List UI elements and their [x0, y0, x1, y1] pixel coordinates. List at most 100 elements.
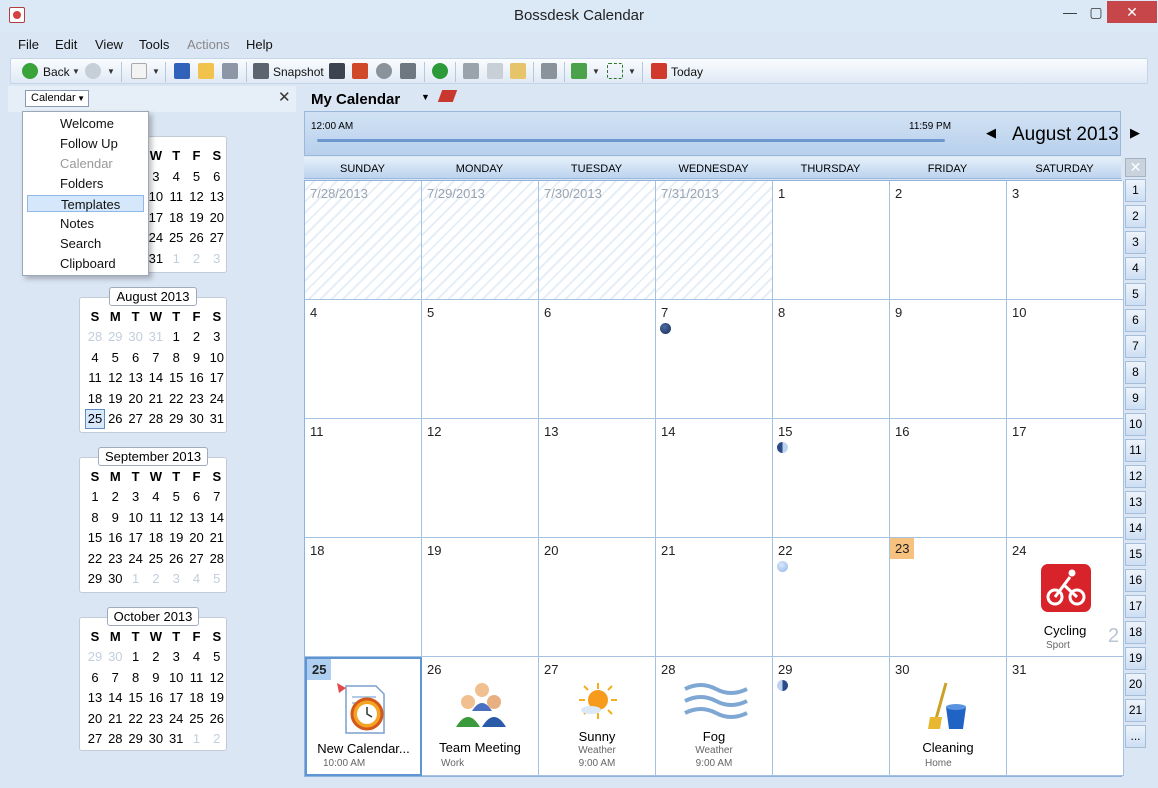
mini-calendar-day[interactable]: 27: [207, 228, 227, 248]
mini-calendar-day[interactable]: 3: [166, 647, 186, 667]
close-button[interactable]: ✕: [1107, 1, 1157, 23]
mini-calendar-day[interactable]: 3: [166, 569, 186, 589]
week-number[interactable]: 4: [1125, 257, 1146, 280]
edit-calendar-icon[interactable]: [437, 90, 458, 102]
delete-icon[interactable]: [541, 63, 557, 79]
mini-calendar-day[interactable]: 10: [166, 668, 186, 688]
mini-calendar-title[interactable]: September 2013: [97, 447, 209, 466]
popup-item[interactable]: Clipboard: [27, 255, 144, 272]
open-folder-icon[interactable]: [198, 63, 214, 79]
more-events-count[interactable]: 2: [1108, 625, 1119, 648]
mini-calendar-day[interactable]: 31: [146, 327, 166, 347]
back-arrow-icon[interactable]: [22, 63, 38, 79]
mini-calendar-day[interactable]: 23: [105, 549, 125, 569]
new-dropdown-icon[interactable]: ▼: [152, 67, 160, 76]
mini-calendar-day[interactable]: 4: [146, 487, 166, 507]
calendar-dropdown-icon[interactable]: ▼: [421, 92, 430, 102]
mini-calendar-day[interactable]: 30: [187, 409, 207, 429]
mini-calendar-day[interactable]: 27: [187, 549, 207, 569]
mini-calendar-day[interactable]: 27: [85, 729, 105, 749]
select-dropdown-icon[interactable]: ▼: [628, 67, 636, 76]
mini-calendar-day[interactable]: 1: [166, 249, 186, 269]
mini-calendar-day[interactable]: 2: [187, 249, 207, 269]
mini-calendar-day[interactable]: 28: [146, 409, 166, 429]
week-number[interactable]: 10: [1125, 413, 1146, 436]
mini-calendar-day[interactable]: 26: [166, 549, 186, 569]
week-number[interactable]: 16: [1125, 569, 1146, 592]
day-cell[interactable]: 12: [422, 419, 539, 538]
filter-icon[interactable]: [400, 63, 416, 79]
mini-calendar-day[interactable]: 1: [126, 569, 146, 589]
next-month-icon[interactable]: ▶: [1130, 125, 1140, 141]
mini-calendar-day[interactable]: 10: [126, 508, 146, 528]
mini-calendar-day[interactable]: 22: [85, 549, 105, 569]
cut-icon[interactable]: [463, 63, 479, 79]
week-number[interactable]: 6: [1125, 309, 1146, 332]
mini-calendar-day[interactable]: 16: [105, 528, 125, 548]
day-cell[interactable]: 19: [422, 538, 539, 657]
mini-calendar-day[interactable]: 18: [187, 688, 207, 708]
mini-calendar-day[interactable]: 30: [126, 327, 146, 347]
paste-icon[interactable]: [510, 63, 526, 79]
mini-calendar-day[interactable]: 18: [85, 389, 105, 409]
mini-calendar-day[interactable]: 12: [166, 508, 186, 528]
forward-arrow-icon[interactable]: [85, 63, 101, 79]
mini-calendar-day[interactable]: 20: [187, 528, 207, 548]
mini-calendar-day[interactable]: 2: [146, 569, 166, 589]
day-cell[interactable]: 16: [890, 419, 1007, 538]
popup-item[interactable]: Folders: [27, 175, 144, 192]
undo-icon[interactable]: [432, 63, 448, 79]
mini-calendar-day[interactable]: 12: [207, 668, 227, 688]
mini-calendar-day[interactable]: 31: [207, 409, 227, 429]
mini-calendar-day[interactable]: 26: [207, 709, 227, 729]
mini-calendar-day[interactable]: 29: [166, 409, 186, 429]
mini-calendar-day[interactable]: 19: [105, 389, 125, 409]
mini-calendar-day[interactable]: 26: [187, 228, 207, 248]
menu-actions[interactable]: Actions: [187, 37, 230, 52]
mini-calendar-day[interactable]: 24: [166, 709, 186, 729]
mini-calendar-day[interactable]: 20: [85, 709, 105, 729]
view-selector[interactable]: Calendar ▼: [25, 90, 89, 107]
popup-item[interactable]: Follow Up: [27, 135, 144, 152]
day-cell[interactable]: 7/29/2013: [422, 181, 539, 300]
mini-calendar-day[interactable]: 5: [105, 348, 125, 368]
time-slider[interactable]: [317, 139, 945, 142]
mini-calendar-day[interactable]: 24: [126, 549, 146, 569]
today-calendar-icon[interactable]: [651, 63, 667, 79]
mini-calendar-day[interactable]: 2: [146, 647, 166, 667]
mini-calendar-title[interactable]: October 2013: [106, 607, 200, 626]
event-fog[interactable]: Fog Weather 9:00 AM: [656, 657, 772, 775]
mini-calendar-day[interactable]: 24: [207, 389, 227, 409]
mini-calendar-day[interactable]: 17: [207, 368, 227, 388]
week-number[interactable]: 14: [1125, 517, 1146, 540]
day-cell[interactable]: 28 Fog Weather 9:00 AM: [656, 657, 773, 776]
mini-calendar-day[interactable]: 8: [166, 348, 186, 368]
mini-calendar-day[interactable]: 30: [146, 729, 166, 749]
day-cell[interactable]: 23: [890, 538, 1007, 657]
camera-icon[interactable]: [253, 63, 269, 79]
day-cell[interactable]: 14: [656, 419, 773, 538]
mini-calendar-day[interactable]: 10: [207, 348, 227, 368]
day-cell[interactable]: 24 Cycling Sport 2: [1007, 538, 1124, 657]
menu-view[interactable]: View: [95, 37, 123, 52]
mini-calendar-day[interactable]: 22: [166, 389, 186, 409]
menu-help[interactable]: Help: [246, 37, 273, 52]
mini-calendar-day[interactable]: 21: [146, 389, 166, 409]
mini-calendar-day[interactable]: 7: [105, 668, 125, 688]
calendar-name[interactable]: My Calendar: [311, 91, 400, 108]
day-cell[interactable]: 29: [773, 657, 890, 776]
mini-calendar-day[interactable]: 13: [207, 187, 227, 207]
week-number[interactable]: 5: [1125, 283, 1146, 306]
binoculars-icon[interactable]: [329, 63, 345, 79]
mini-calendar-day[interactable]: 18: [166, 208, 186, 228]
day-cell[interactable]: 2: [890, 181, 1007, 300]
mini-calendar-day[interactable]: 6: [187, 487, 207, 507]
mini-calendar-day[interactable]: 3: [207, 327, 227, 347]
day-cell[interactable]: 5: [422, 300, 539, 419]
mini-calendar-day[interactable]: 3: [207, 249, 227, 269]
mini-calendar-day[interactable]: 4: [85, 348, 105, 368]
mini-calendar-day[interactable]: 25: [85, 409, 105, 430]
menu-edit[interactable]: Edit: [55, 37, 77, 52]
event-new-calendar[interactable]: New Calendar... 10:00 AM: [307, 659, 420, 774]
mini-calendar-day[interactable]: 25: [187, 709, 207, 729]
